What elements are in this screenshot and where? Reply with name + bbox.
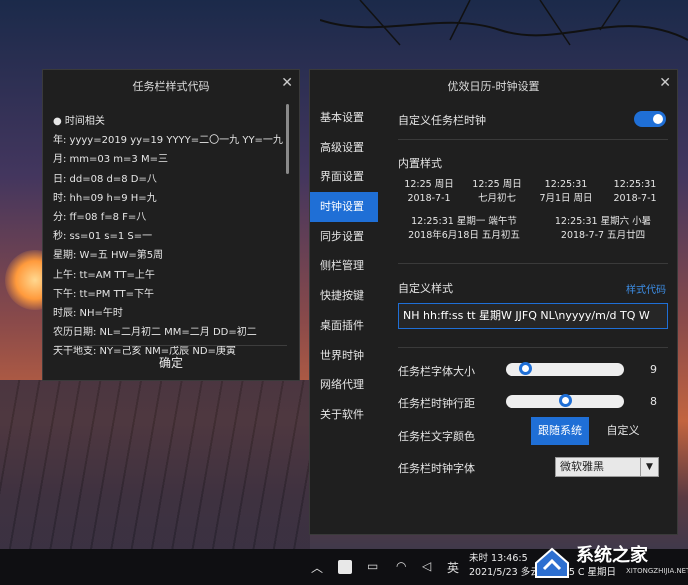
sample-line: 7月1日 周日	[539, 193, 593, 204]
nav-item-1[interactable]: 高级设置	[310, 133, 378, 163]
divider	[398, 139, 668, 140]
app-tray-icon[interactable]	[338, 560, 352, 574]
chevron-down-icon[interactable]: ▼	[640, 458, 658, 476]
code-line: 时: hh=09 h=9 H=九	[53, 192, 157, 204]
wooden-pier	[0, 380, 310, 550]
line-spacing-value: 8	[650, 395, 657, 408]
code-line: 秒: ss=01 s=1 S=一	[53, 231, 153, 243]
ime-indicator[interactable]: 英	[447, 559, 459, 576]
style-code-link[interactable]: 样式代码	[626, 281, 666, 296]
code-line: 上午: tt=AM TT=上午	[53, 269, 155, 281]
battery-icon[interactable]: ▭	[367, 559, 378, 573]
slider-thumb[interactable]	[558, 394, 572, 407]
custom-clock-toggle[interactable]	[634, 111, 666, 127]
watermark-logo: 系统之家 XITONGZHIJIA.NET	[532, 541, 688, 581]
code-line: 月: mm=03 m=3 M=三	[53, 154, 168, 166]
custom-clock-label: 自定义任务栏时钟	[398, 114, 486, 127]
line-spacing-label: 任务栏时钟行距	[398, 397, 475, 410]
side-nav: 基本设置 高级设置 界面设置 时钟设置 同步设置 侧栏管理 快捷按键 桌面插件 世界时钟 网络代理…	[310, 103, 378, 430]
nav-item-8[interactable]: 世界时钟	[310, 341, 378, 371]
font-size-value: 9	[650, 363, 657, 376]
code-line: ● 时间相关	[53, 116, 105, 127]
sample-line: 12:25 周日	[472, 179, 522, 190]
select-value: 微软雅黑	[560, 460, 604, 473]
sample-line: 12:25:31 星期一 端午节	[411, 216, 517, 227]
sample-line: 2018-7-1	[613, 193, 657, 204]
nav-item-0[interactable]: 基本设置	[310, 103, 378, 133]
clock-font-label: 任务栏时钟字体	[398, 462, 475, 475]
custom-color-button[interactable]: 自定义	[598, 417, 648, 445]
close-icon[interactable]: ✕	[281, 75, 293, 91]
code-line: 星期: W=五 HW=第5周	[53, 250, 164, 262]
builtin-style-1[interactable]: 12:25 周日 2018-7-1	[398, 178, 460, 206]
nav-item-10[interactable]: 关于软件	[310, 400, 378, 430]
style-code-window: 任务栏样式代码 ✕ ● 时间相关年: yyyy=2019 yy=19 YYYY=…	[42, 69, 300, 381]
house-logo-icon	[535, 547, 569, 578]
builtin-style-4[interactable]: 12:25:31 2018-7-1	[604, 178, 666, 206]
line-spacing-slider[interactable]	[506, 394, 624, 408]
nav-item-3[interactable]: 时钟设置	[310, 192, 378, 222]
sample-line: 12:25:31	[613, 179, 657, 190]
tree-branches	[320, 0, 688, 46]
code-line: 日: dd=08 d=8 D=八	[53, 173, 157, 185]
sample-line: 2018年6月18日 五月初五	[408, 230, 520, 241]
builtin-styles-label: 内置样式	[398, 157, 442, 170]
nav-item-4[interactable]: 同步设置	[310, 222, 378, 252]
code-line: 年: yyyy=2019 yy=19 YYYY=二〇一九 YY=一九	[53, 135, 283, 147]
sample-line: 12:25 周日	[404, 179, 454, 190]
clock-settings-window: 优效日历-时钟设置 ✕ 基本设置 高级设置 界面设置 时钟设置 同步设置 侧栏管理 快捷按键…	[309, 69, 678, 535]
volume-icon[interactable]: ◁	[422, 559, 431, 573]
nav-item-2[interactable]: 界面设置	[310, 162, 378, 192]
code-scrollbar[interactable]	[286, 104, 289, 174]
nav-item-9[interactable]: 网络代理	[310, 370, 378, 400]
font-size-slider[interactable]	[506, 362, 624, 376]
code-line: 分: ff=08 f=8 F=八	[53, 212, 147, 224]
code-line: 下午: tt=PM TT=下午	[53, 288, 155, 300]
sample-line: 12:25:31 星期六 小暑	[554, 216, 652, 227]
watermark-text: 系统之家	[576, 545, 648, 566]
nav-item-7[interactable]: 桌面插件	[310, 311, 378, 341]
wifi-icon[interactable]: ◠	[396, 559, 406, 573]
builtin-style-2[interactable]: 12:25 周日 七月初七	[466, 178, 528, 206]
slider-thumb[interactable]	[518, 362, 532, 375]
settings-title: 优效日历-时钟设置	[447, 80, 540, 93]
custom-style-label: 自定义样式	[398, 282, 453, 295]
settings-titlebar: 优效日历-时钟设置 ✕	[310, 70, 677, 102]
divider	[398, 263, 668, 264]
code-list: ● 时间相关年: yyyy=2019 yy=19 YYYY=二〇一九 YY=一九…	[53, 112, 289, 362]
nav-item-5[interactable]: 侧栏管理	[310, 251, 378, 281]
watermark-url: XITONGZHIJIA.NET	[626, 567, 688, 575]
divider	[55, 345, 287, 346]
code-window-titlebar: 任务栏样式代码 ✕	[43, 70, 299, 102]
code-line: 时辰: NH=午时	[53, 308, 123, 320]
sample-line: 12:25:31	[544, 179, 588, 190]
clock-font-select[interactable]: 微软雅黑 ▼	[555, 457, 659, 477]
builtin-style-3[interactable]: 12:25:31 7月1日 周日	[534, 178, 598, 206]
sample-line: 2018-7-7 五月廿四	[560, 230, 646, 241]
toggle-knob	[653, 114, 663, 124]
follow-system-button[interactable]: 跟随系统	[531, 417, 589, 445]
custom-style-input[interactable]: NH hh:ff:ss tt 星期W JJFQ NL\nyyyy/m/d TQ …	[398, 303, 668, 329]
sample-line: 2018-7-1	[407, 193, 451, 204]
divider	[398, 347, 668, 348]
text-color-label: 任务栏文字颜色	[398, 430, 475, 443]
nav-item-6[interactable]: 快捷按键	[310, 281, 378, 311]
chevron-up-icon[interactable]: ︿	[311, 559, 323, 576]
ok-button[interactable]: 确定	[43, 352, 299, 374]
close-icon[interactable]: ✕	[659, 75, 671, 91]
sample-line: 七月初七	[477, 193, 516, 204]
builtin-style-5[interactable]: 12:25:31 星期一 端午节 2018年6月18日 五月初五	[398, 215, 530, 243]
builtin-style-6[interactable]: 12:25:31 星期六 小暑 2018-7-7 五月廿四	[538, 215, 668, 243]
code-line: 农历日期: NL=二月初二 MM=二月 DD=初二	[53, 327, 257, 339]
font-size-label: 任务栏字体大小	[398, 365, 475, 378]
code-window-title: 任务栏样式代码	[132, 80, 210, 93]
